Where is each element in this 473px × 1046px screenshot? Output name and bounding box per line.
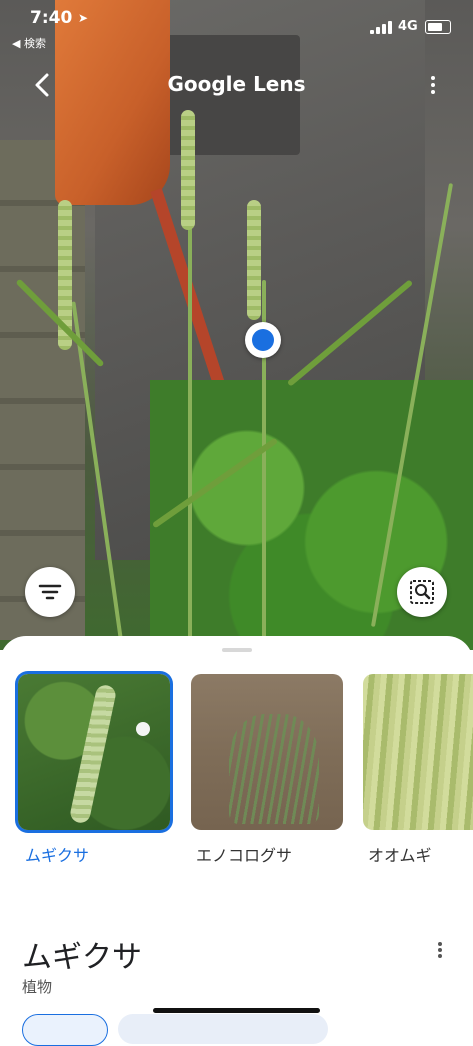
result-thumbnail[interactable] (18, 674, 170, 830)
action-chip[interactable] (22, 1014, 108, 1046)
filter-button[interactable] (25, 567, 75, 617)
focus-point[interactable] (245, 322, 281, 358)
storage-crate (0, 140, 85, 640)
result-name: ムギクサ (22, 940, 142, 975)
result-more-button[interactable] (436, 940, 444, 960)
grass-stalk (188, 200, 192, 640)
action-chip[interactable] (118, 1014, 328, 1044)
status-bar: 7:40 ➤ ◀ 検索 4G (0, 0, 473, 50)
location-arrow-icon: ➤ (78, 11, 89, 25)
filter-icon (38, 584, 62, 600)
battery-icon (425, 20, 451, 34)
result-thumbnail[interactable] (191, 674, 343, 830)
home-indicator[interactable] (153, 1008, 320, 1013)
flower (136, 722, 150, 736)
result-label[interactable]: ムギクサ (25, 842, 89, 866)
more-options-button[interactable] (428, 73, 438, 99)
app-title: Google Lens (167, 72, 306, 96)
image-search-icon (410, 580, 434, 604)
signal-icon (370, 20, 392, 34)
camera-viewfinder[interactable] (0, 0, 473, 650)
more-vert-icon (436, 942, 444, 958)
result-thumbnail[interactable] (363, 674, 473, 830)
result-label[interactable]: エノコログサ (196, 842, 292, 866)
grass-ear (247, 200, 261, 320)
result-label[interactable]: オオムギ (368, 842, 432, 866)
back-to-app-link[interactable]: ◀ 検索 (12, 35, 46, 51)
result-image (363, 674, 473, 830)
network-type: 4G (398, 19, 418, 34)
grass-ear (181, 110, 195, 230)
results-sheet[interactable]: ムギクサ エノコログサ オオムギ ムギクサ 植物 (0, 636, 473, 1046)
sheet-drag-handle[interactable] (222, 648, 252, 652)
image-search-button[interactable] (397, 567, 447, 617)
more-vert-icon (428, 76, 438, 94)
grass-tuft (229, 714, 319, 824)
status-time: 7:40 (30, 8, 73, 28)
result-category: 植物 (22, 978, 53, 996)
